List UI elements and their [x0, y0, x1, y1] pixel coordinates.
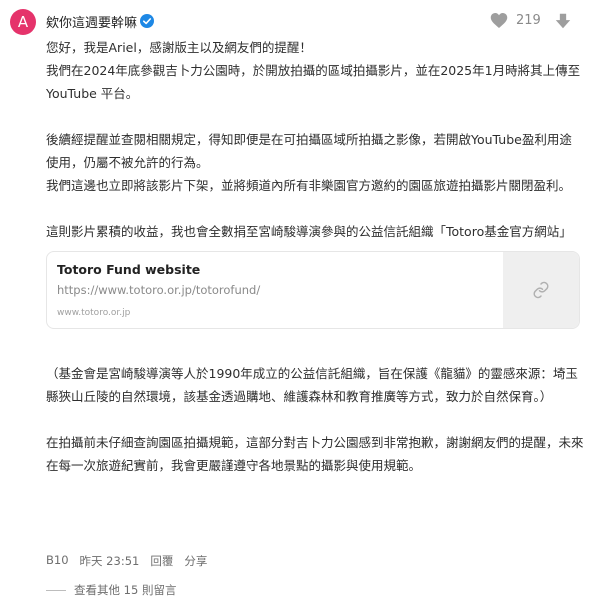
link-title: Totoro Fund website	[57, 262, 201, 277]
divider	[46, 589, 66, 591]
comment-paragraph: （基金會是宮崎駿導演等人於1990年成立的公益信託組織，旨在保護《龍貓》的靈感來…	[46, 366, 578, 404]
like-count: 219	[516, 13, 541, 28]
view-more-replies[interactable]: 查看其他 15 則留言	[46, 582, 176, 598]
avatar[interactable]: A	[10, 9, 36, 35]
link-icon	[533, 281, 549, 299]
comment-paragraph: 後續經提醒並查閱相關規定，得知即便是在可拍攝區域所拍攝之影像，若開啟YouTub…	[46, 132, 572, 170]
comment-header: 欸你這週要幹嘛	[46, 12, 155, 31]
comment-paragraph: 您好，我是Ariel，感謝版主以及網友們的提醒！	[46, 40, 312, 55]
like-button[interactable]: 219	[490, 12, 541, 29]
comment-paragraph: 在拍攝前未仔細查詢園區拍攝規範，這部分對吉卜力公園感到非常抱歉，謝謝網友們的提醒…	[46, 435, 584, 473]
link-url: https://www.totoro.or.jp/totorofund/	[57, 283, 261, 297]
link-thumbnail	[503, 252, 579, 328]
verified-badge-icon	[140, 14, 155, 28]
comment-paragraph: 這則影片累積的收益，我也會全數捐至宮崎駿導演參與的公益信託組織「Totoro基金…	[46, 224, 572, 239]
link-domain: www.totoro.or.jp	[57, 308, 131, 318]
author-name[interactable]: 欸你這週要幹嘛	[46, 12, 137, 31]
reply-button[interactable]: 回覆	[150, 553, 173, 569]
comment-paragraph: 我們這邊也立即將該影片下架，並將頻道內所有非樂園官方邀約的園區旅遊拍攝影片關閉盈…	[46, 178, 572, 193]
comment-meta: B10 昨天 23:51 回覆 分享	[46, 553, 218, 569]
comment-paragraph: 我們在2024年底參觀吉卜力公園時，於開放拍攝的區域拍攝影片，並在2025年1月…	[46, 63, 585, 101]
comment-body: 您好，我是Ariel，感謝版主以及網友們的提醒！ 我們在2024年底參觀吉卜力公…	[46, 36, 584, 477]
share-button[interactable]: 分享	[184, 553, 207, 569]
link-preview-card[interactable]: Totoro Fund website https://www.totoro.o…	[46, 251, 580, 329]
heart-icon	[490, 13, 508, 28]
floor-number: B10	[46, 553, 69, 567]
timestamp: 昨天 23:51	[79, 554, 140, 568]
dislike-arrow-icon[interactable]	[554, 12, 572, 30]
view-more-label: 查看其他 15 則留言	[74, 583, 177, 597]
